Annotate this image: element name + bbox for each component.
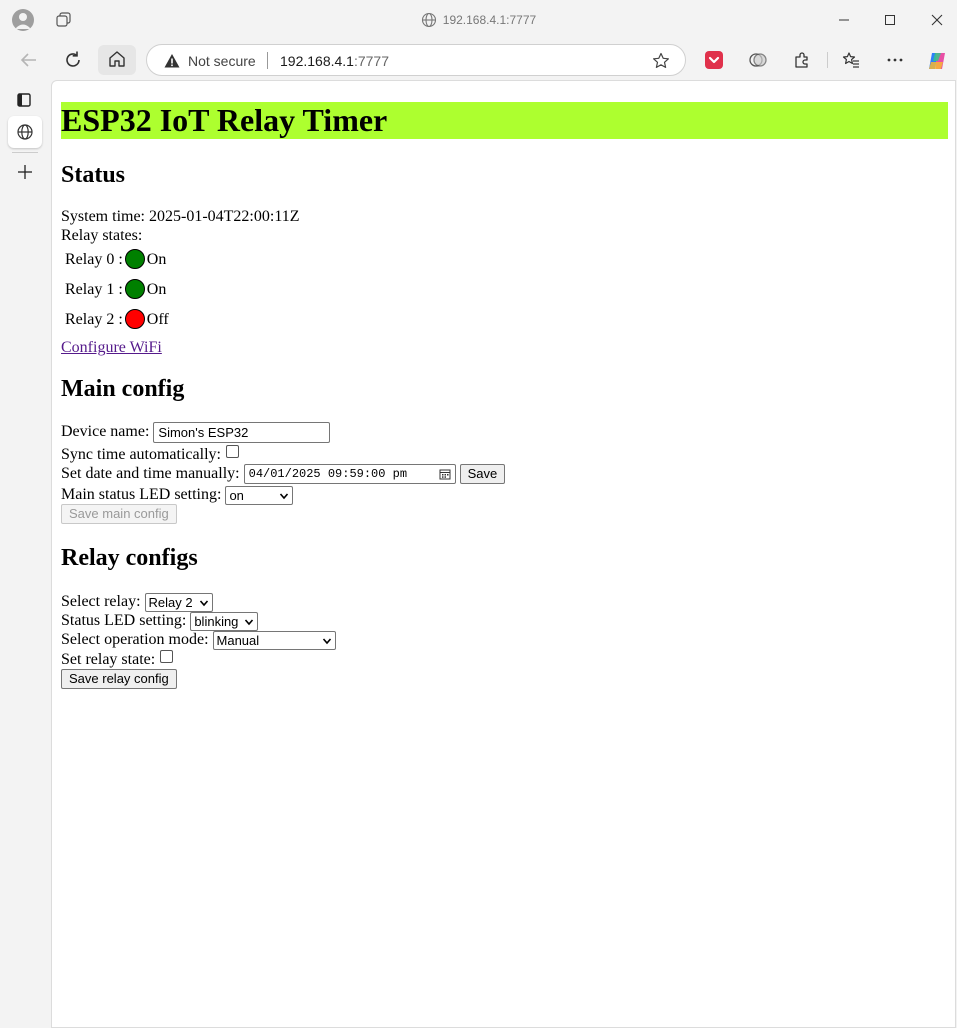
relay-state: Off [146,311,169,328]
address-text[interactable]: 192.168.4.1:7777 [280,53,389,69]
address-divider [267,52,268,69]
copilot-icon[interactable] [926,50,948,72]
back-icon[interactable] [17,48,41,72]
tab-globe-icon [17,124,33,140]
chevron-down-icon [245,619,254,626]
status-led-select[interactable]: blinking [190,611,259,631]
datetime-input[interactable]: 04/01/2025 09:59:00 pm [243,464,456,485]
title-bar: 192.168.4.1:7777 [0,0,957,40]
relay-status-row: Relay 1 : On [65,279,166,301]
sync-time-row: Sync time automatically: [61,445,239,464]
main-led-label: Main status LED setting: [61,486,222,503]
relay-indicator-off [124,309,145,329]
relay-status-row: Relay 2 : Off [65,309,169,331]
more-menu-icon[interactable] [885,50,905,70]
extensions-puzzle-icon[interactable] [792,50,812,70]
save-main-config-button[interactable]: Save main config [61,504,177,525]
toolbar-divider [827,52,828,68]
favorites-icon[interactable] [841,50,861,70]
relay-state-label: Set relay state: [61,651,156,668]
save-datetime-button[interactable]: Save [459,464,506,485]
sync-time-label: Sync time automatically: [61,446,221,463]
relay-configs-heading: Relay configs [61,545,198,571]
relay-state: On [146,251,167,268]
system-time-value: 2025-01-04T22:00:11Z [149,208,300,225]
device-name-label: Device name: [61,423,150,441]
relay-label: Relay 1 : [65,281,123,298]
status-led-row: Status LED setting: blinking [61,611,259,631]
address-host: 192.168.4.1 [280,53,354,69]
new-tab-icon[interactable] [15,162,35,182]
home-icon [109,51,125,67]
status-led-value: blinking [194,613,239,629]
sidebar-divider [12,152,38,153]
window-title: 192.168.4.1:7777 [0,12,957,28]
security-label[interactable]: Not secure [188,53,256,69]
favorite-star-icon[interactable] [651,51,671,71]
chevron-down-icon [322,638,331,645]
main-led-row: Main status LED setting: on [61,485,294,505]
operation-mode-label: Select operation mode: [61,631,209,648]
set-datetime-row: Set date and time manually: 04/01/2025 0… [61,464,506,485]
relay-state: On [146,281,167,298]
relay-select[interactable]: Relay 2 [144,592,213,612]
relay-indicator-on [124,249,145,269]
page-title: ESP32 IoT Relay Timer [61,102,948,139]
sync-time-checkbox[interactable] [225,445,239,458]
device-name-input[interactable]: Simon's ESP32 [153,422,331,443]
relay-state-row: Set relay state: [61,650,174,669]
set-datetime-label: Set date and time manually: [61,465,240,482]
relay-select-value: Relay 2 [148,594,193,610]
configure-wifi-link[interactable]: Configure WiFi [61,338,162,357]
status-led-label: Status LED setting: [61,612,187,629]
pocket-extension-icon[interactable] [704,50,724,70]
home-button[interactable] [98,45,136,75]
warning-icon[interactable] [163,52,181,70]
address-port: :7777 [353,53,390,69]
relay-label: Relay 2 : [65,311,123,328]
operation-mode-select[interactable]: Manual [212,630,336,650]
save-relay-row: Save relay config [61,669,177,690]
tab-current[interactable] [8,116,42,148]
address-bar[interactable]: Not secure 192.168.4.1:7777 [146,44,686,76]
main-led-value: on [229,487,244,503]
operation-mode-value: Manual [216,632,260,648]
system-time-label: System time: [61,208,145,225]
extension-icon[interactable] [748,50,768,70]
calendar-icon[interactable] [439,468,451,480]
browser-toolbar: Not secure 192.168.4.1:7777 [0,40,957,80]
relay-status-row: Relay 0 : On [65,249,166,271]
refresh-icon[interactable] [61,48,85,72]
save-relay-config-button[interactable]: Save relay config [61,669,177,690]
web-content: ESP32 IoT Relay Timer Status System time… [51,80,956,1028]
device-name-row: Device name: Simon's ESP32 [61,422,331,443]
select-relay-row: Select relay: Relay 2 [61,592,213,612]
status-heading: Status [61,162,126,188]
select-relay-label: Select relay: [61,593,141,610]
globe-icon [421,12,436,28]
system-time: System time: 2025-01-04T22:00:11Z [61,207,300,226]
chevron-down-icon [280,493,289,500]
close-icon[interactable] [929,12,945,28]
main-config-heading: Main config [61,376,185,402]
tab-actions-icon[interactable] [14,90,34,110]
relay-state-checkbox[interactable] [160,650,174,663]
operation-mode-row: Select operation mode: Manual [61,630,336,650]
relay-states-label: Relay states: [61,227,143,244]
main-led-select[interactable]: on [225,485,294,505]
chevron-down-icon [199,600,208,607]
save-main-row: Save main config [61,504,177,525]
window-title-text: 192.168.4.1:7777 [442,13,537,27]
minimize-icon[interactable] [836,12,852,28]
vertical-tab-bar [0,80,50,1028]
maximize-icon[interactable] [882,12,898,28]
relay-label: Relay 0 : [65,251,123,268]
datetime-value: 04/01/2025 09:59:00 pm [248,467,408,482]
relay-indicator-on [124,279,145,299]
